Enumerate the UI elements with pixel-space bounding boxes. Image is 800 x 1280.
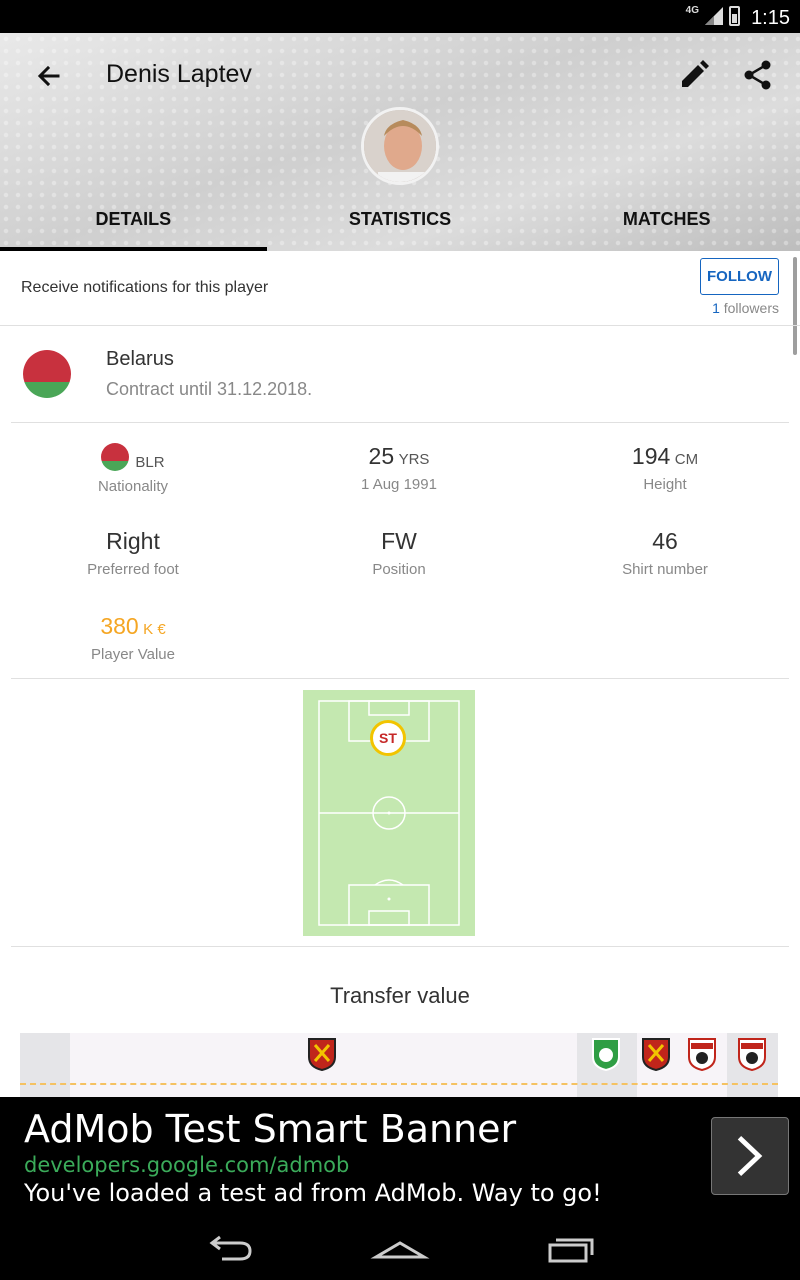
player-avatar [361, 107, 439, 185]
clock: 1:15 [751, 7, 790, 29]
player-name: Denis Laptev [106, 60, 252, 88]
shirt-label: Shirt number [622, 561, 708, 578]
system-nav-bar [0, 1217, 800, 1280]
age-value: 25 [368, 443, 395, 469]
nav-recents-icon[interactable] [542, 1229, 602, 1269]
height-value: 194 [631, 443, 671, 469]
belarus-flag-icon [23, 350, 71, 398]
player-value-unit: K € [143, 621, 166, 638]
belarus-flag-icon [101, 443, 130, 471]
pencil-icon[interactable] [676, 57, 712, 93]
club-crest-icon [592, 1038, 620, 1071]
nationality-label: Nationality [97, 478, 169, 495]
transfer-value-title: Transfer value [330, 983, 470, 1008]
app-screen: 4G 1:15 Denis Laptev DETAILS STATISTICS … [0, 0, 800, 1280]
nationality-code: BLR [135, 454, 165, 471]
divider [11, 946, 789, 947]
foot-value: Right [106, 528, 160, 554]
stat-height: 194 CM Height [532, 443, 798, 493]
ad-title: AdMob Test Smart Banner [24, 1107, 517, 1151]
position-badge: ST [370, 720, 406, 756]
height-unit: CM [674, 451, 699, 468]
stat-preferred-foot: Right Preferred foot [0, 528, 266, 578]
club-crest-icon [738, 1038, 766, 1071]
back-arrow-icon[interactable] [30, 59, 66, 95]
player-header: Denis Laptev DETAILS STATISTICS MATCHES [0, 33, 800, 251]
stat-age: 25 YRS 1 Aug 1991 [266, 443, 532, 493]
chart-band [20, 1033, 70, 1097]
player-value: 380 [100, 613, 139, 639]
tab-details[interactable]: DETAILS [0, 197, 267, 251]
club-crest-icon [308, 1038, 336, 1071]
ad-description: You've loaded a test ad from AdMob. Way … [24, 1179, 602, 1207]
stat-player-value: 380 K € Player Value [0, 613, 266, 663]
country-name: Belarus [106, 348, 174, 370]
age-unit: YRS [398, 451, 430, 468]
followers-number: 1 [712, 300, 720, 316]
transfer-value-line [20, 1083, 778, 1085]
tab-bar: DETAILS STATISTICS MATCHES [0, 197, 800, 251]
position-value: FW [381, 528, 417, 554]
shirt-value: 46 [652, 528, 678, 554]
chevron-right-icon[interactable] [711, 1117, 789, 1195]
club-crest-icon [642, 1038, 670, 1071]
player-value-label: Player Value [91, 646, 175, 663]
club-crest-icon [688, 1038, 716, 1071]
divider [11, 678, 789, 679]
network-type: 4G [685, 4, 699, 16]
stat-shirt-number: 46 Shirt number [532, 528, 798, 578]
notification-row: Receive notifications for this player FO… [0, 251, 800, 326]
height-label: Height [643, 476, 687, 493]
contract-text: Contract until 31.12.2018. [106, 379, 313, 399]
foot-label: Preferred foot [87, 561, 179, 578]
share-icon[interactable] [740, 57, 776, 93]
details-content[interactable]: Receive notifications for this player FO… [0, 251, 800, 1097]
position-label: Position [372, 561, 426, 578]
follow-button[interactable]: FOLLOW [700, 258, 779, 295]
birth-date: 1 Aug 1991 [361, 476, 437, 493]
followers-label: followers [723, 300, 779, 316]
country-row[interactable]: Belarus Contract until 31.12.2018. [0, 326, 800, 423]
signal-icon [705, 7, 723, 25]
divider [11, 422, 789, 423]
battery-icon [729, 6, 740, 26]
nav-home-icon[interactable] [370, 1229, 430, 1269]
transfer-value-chart[interactable] [20, 1033, 778, 1097]
nav-back-icon[interactable] [200, 1229, 260, 1269]
stat-nationality: BLR Nationality [0, 443, 266, 495]
ad-url: developers.google.com/admob [24, 1153, 350, 1177]
stat-position: FW Position [266, 528, 532, 578]
tab-statistics[interactable]: STATISTICS [267, 197, 534, 251]
ad-banner[interactable]: AdMob Test Smart Banner developers.googl… [0, 1097, 800, 1217]
status-bar: 4G 1:15 [0, 0, 800, 33]
tab-matches[interactable]: MATCHES [533, 197, 800, 251]
notification-text: Receive notifications for this player [21, 279, 269, 296]
position-pitch: ST [303, 690, 475, 936]
followers-count: 1 followers [712, 300, 779, 316]
